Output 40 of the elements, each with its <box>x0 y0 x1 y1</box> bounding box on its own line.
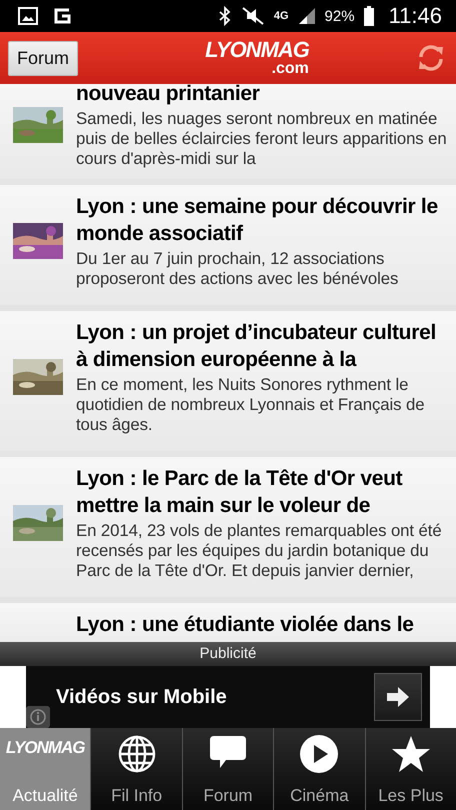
article-card[interactable] <box>0 457 456 597</box>
article-title: Lyon : une étudiante violée dans le <box>76 612 415 638</box>
article-summary: En 2014, 23 vols de plantes remarquables ont été recensés par les équipes du jardin botanique du Parc de la Tête d'Or. Et depuis janvier dernier, <box>76 521 443 581</box>
battery-icon <box>362 6 375 26</box>
logo-domain: .com <box>272 61 309 77</box>
star-icon <box>390 734 431 774</box>
article-title: Lyon : le Parc de la Tête d'Or veut mettre la main sur le voleur de <box>76 466 404 519</box>
mute-icon <box>240 6 266 26</box>
ad-banner[interactable]: Vidéos sur Mobile <box>26 666 430 728</box>
globe-icon <box>116 734 157 774</box>
gallery-icon <box>18 7 38 25</box>
nav-tab[interactable]: Les Plus <box>364 728 456 810</box>
article-summary: En ce moment, les Nuits Sonores rythment le quotidien de nombreux Lyonnais et Français de tous âges. <box>76 375 426 435</box>
signal-icon <box>296 6 317 26</box>
network-type: 4G <box>274 10 289 22</box>
logo-text: LYONMAG <box>6 738 85 758</box>
arrow-button[interactable] <box>374 673 422 721</box>
article-title: nouveau printanier <box>76 84 261 107</box>
article-card[interactable]: Lyon : une étudiante violée dans le <box>0 603 456 642</box>
article-card[interactable]: Lyon : une semaine pour découvrir le monde associatif Du 1er au 7 juin prochain, 12 associations proposeront des actions avec les bénévoles <box>0 185 456 305</box>
article-title: Lyon : une semaine pour découvrir le monde associatif <box>76 194 439 247</box>
nav-tab[interactable]: Cinéma <box>273 728 365 810</box>
logo-text: LYONMAG <box>205 39 309 61</box>
article-summary: Samedi, les nuages seront nombreux en matinée puis de belles éclaircies feront leurs apparitions en cours d'après-midi sur la <box>76 109 448 169</box>
bluetooth-icon <box>218 6 232 26</box>
article-summary: Du 1er au 7 juin prochain, 12 associations proposeront des actions avec les bénévoles <box>76 249 400 289</box>
ad-label: Publicité <box>0 642 456 666</box>
clock: 11:46 <box>388 3 442 29</box>
forum-button[interactable]: Forum <box>8 40 78 76</box>
g-app-icon <box>52 7 72 25</box>
article-title: Lyon : un projet d’incubateur culturel à dimension européenne à la <box>76 320 437 373</box>
article-card[interactable]: nouveau printanier Samedi, les nuages seront nombreux en matinée puis de belles éclaircies feront leurs apparitions en cours d'après-midi sur la <box>0 84 456 179</box>
nav-tab[interactable]: Forum <box>182 728 274 810</box>
article-card[interactable]: Lyon : un projet d’incubateur culturel à dimension européenne à la En ce moment, les Nuits Sonores rythment le quotidien de nombreux Lyonnais et Français de tous âges. <box>0 311 456 451</box>
ad-text: Vidéos sur Mobile <box>56 686 227 708</box>
play-icon <box>299 734 340 774</box>
battery-level: 92% <box>324 8 355 24</box>
info-icon[interactable] <box>26 706 50 728</box>
arrow-icon <box>385 686 411 708</box>
nav-tab[interactable]: Fil Info <box>90 728 182 810</box>
